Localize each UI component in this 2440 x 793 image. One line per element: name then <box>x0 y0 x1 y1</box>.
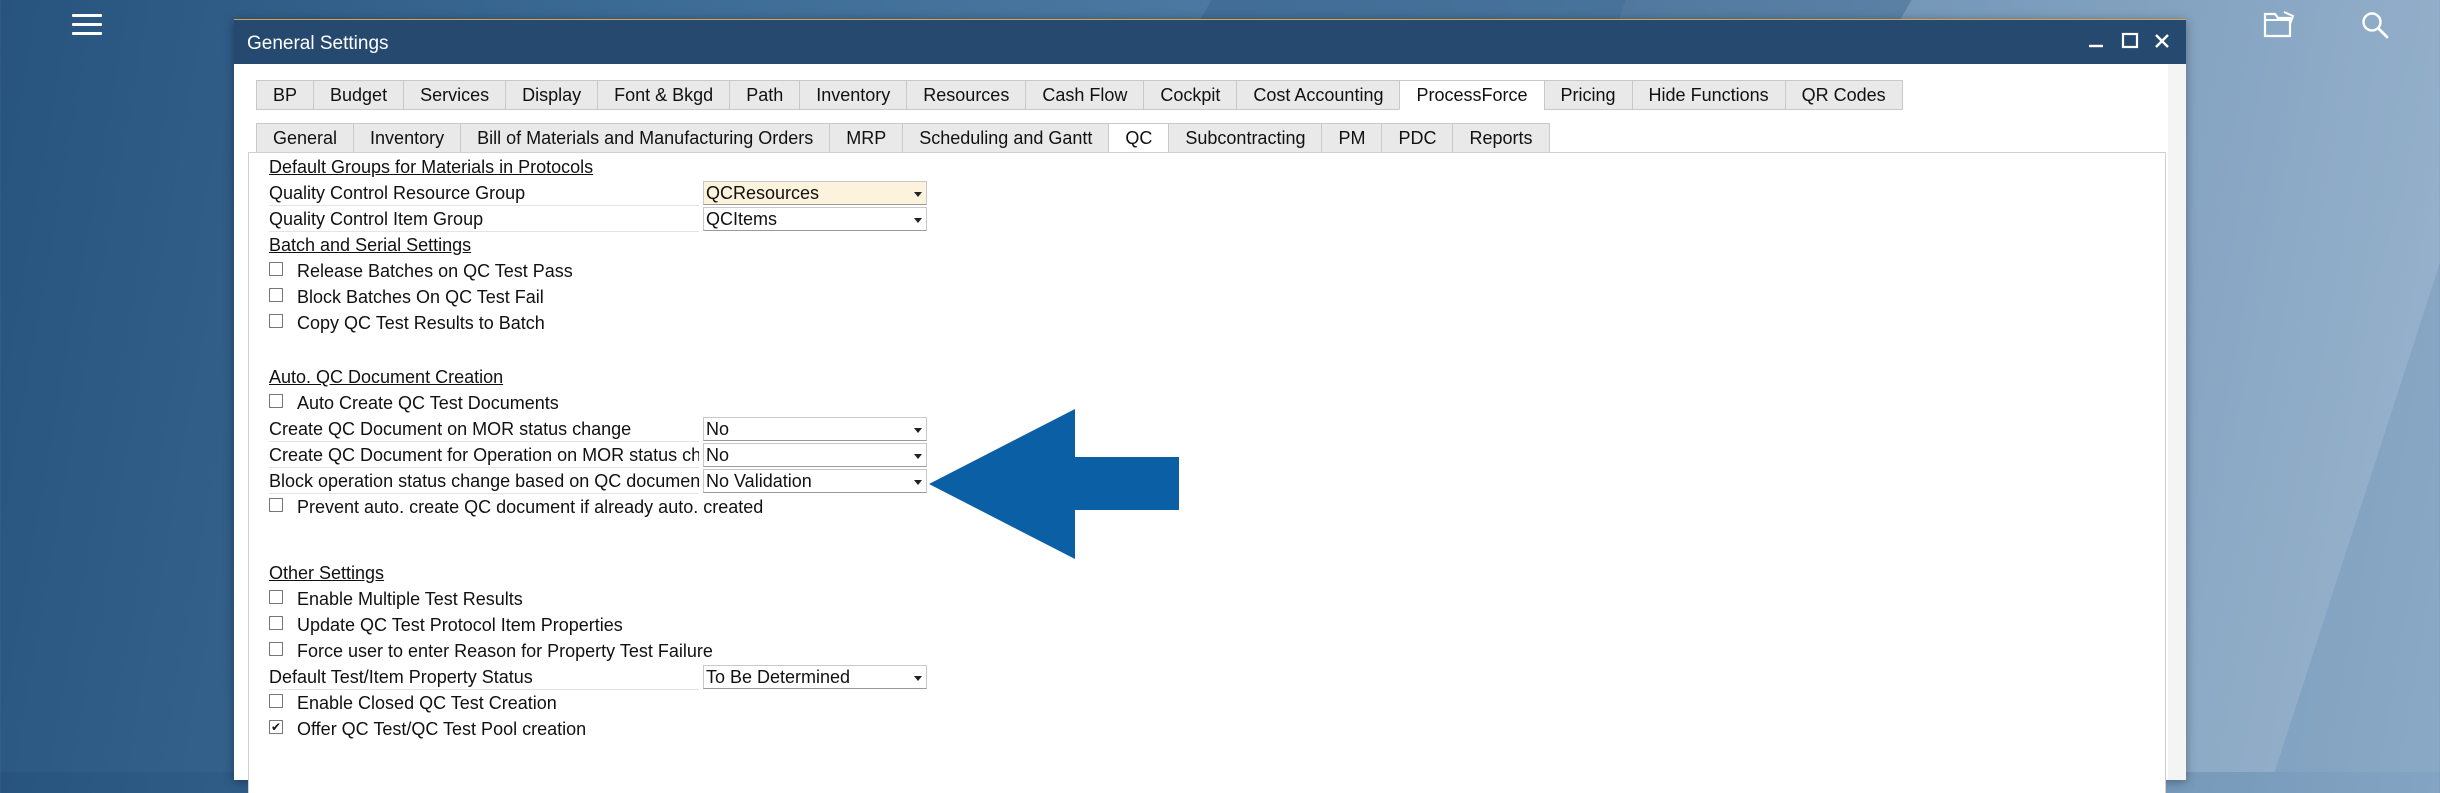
qc-item-group-label: Quality Control Item Group <box>269 207 699 232</box>
secondary-tab-bar: General Inventory Bill of Materials and Ma… <box>256 123 1550 153</box>
force-reason-checkbox[interactable] <box>269 642 283 657</box>
tab-budget[interactable]: Budget <box>313 80 404 110</box>
tab-resources[interactable]: Resources <box>906 80 1026 110</box>
window-title: General Settings <box>247 33 389 54</box>
window-body: BP Budget Services Display Font & Bkgd Path In… <box>234 64 2186 793</box>
create-on-mor-label: Create QC Document on MOR status change <box>269 417 699 442</box>
update-protocol-row[interactable]: Update QC Test Protocol Item Properties <box>269 613 623 637</box>
qc-resource-group-dropdown[interactable]: QCResources <box>703 181 927 205</box>
release-batches-label: Release Batches on QC Test Pass <box>297 261 573 281</box>
tab-processforce[interactable]: ProcessForce <box>1399 80 1544 110</box>
qc-settings-panel: Default Groups for Materials in Protocol… <box>248 152 2166 793</box>
tab-hide-functions[interactable]: Hide Functions <box>1631 80 1785 110</box>
tab-inventory[interactable]: Inventory <box>799 80 907 110</box>
dropdown-arrow-icon <box>914 192 922 197</box>
block-operation-dropdown[interactable]: No Validation <box>703 469 927 493</box>
minimize-icon[interactable] <box>2082 26 2110 56</box>
block-operation-label: Block operation status change based on Q… <box>269 469 699 494</box>
enable-closed-row[interactable]: Enable Closed QC Test Creation <box>269 691 557 715</box>
offer-pool-row[interactable]: ✔ Offer QC Test/QC Test Pool creation <box>269 717 586 741</box>
section-header-default-groups: Default Groups for Materials in Protocol… <box>269 157 594 177</box>
enable-closed-label: Enable Closed QC Test Creation <box>297 693 557 713</box>
force-reason-row[interactable]: Force user to enter Reason for Property … <box>269 639 713 663</box>
window-titlebar: General Settings <box>234 20 2186 64</box>
tab-services[interactable]: Services <box>403 80 506 110</box>
prevent-auto-row[interactable]: Prevent auto. create QC document if alre… <box>269 495 763 519</box>
tab-cash-flow[interactable]: Cash Flow <box>1025 80 1144 110</box>
subtab-inventory[interactable]: Inventory <box>353 123 461 153</box>
enable-multiple-label: Enable Multiple Test Results <box>297 589 523 609</box>
block-operation-value: No Validation <box>706 471 812 491</box>
subtab-qc[interactable]: QC <box>1108 123 1169 153</box>
dropdown-arrow-icon <box>914 454 922 459</box>
maximize-icon[interactable] <box>2116 26 2144 56</box>
dropdown-arrow-icon <box>914 218 922 223</box>
create-for-operation-value: No <box>706 445 730 465</box>
dropdown-arrow-icon <box>914 676 922 681</box>
tab-font-and-bkgd[interactable]: Font & Bkgd <box>597 80 730 110</box>
enable-multiple-row[interactable]: Enable Multiple Test Results <box>269 587 523 611</box>
subtab-reports[interactable]: Reports <box>1452 123 1550 153</box>
tab-display[interactable]: Display <box>505 80 598 110</box>
hamburger-menu-icon[interactable] <box>72 14 102 38</box>
create-for-operation-label: Create QC Document for Operation on MOR … <box>269 443 699 468</box>
offer-pool-checkbox[interactable]: ✔ <box>269 720 283 735</box>
prevent-auto-checkbox[interactable] <box>269 498 283 513</box>
block-batches-row[interactable]: Block Batches On QC Test Fail <box>269 285 544 309</box>
close-icon[interactable] <box>2148 26 2176 56</box>
qc-item-group-dropdown[interactable]: QCItems <box>703 207 927 231</box>
prevent-auto-label: Prevent auto. create QC document if alre… <box>297 497 764 517</box>
release-batches-row[interactable]: Release Batches on QC Test Pass <box>269 259 573 283</box>
search-icon[interactable] <box>2360 10 2390 44</box>
copy-results-row[interactable]: Copy QC Test Results to Batch <box>269 311 545 335</box>
default-property-status-value: To Be Determined <box>706 667 851 687</box>
section-header-auto-qc: Auto. QC Document Creation <box>269 367 504 387</box>
tab-cost-accounting[interactable]: Cost Accounting <box>1236 80 1400 110</box>
force-reason-label: Force user to enter Reason for Property … <box>297 641 713 661</box>
blue-arrow-annotation <box>929 409 1179 559</box>
create-on-mor-value: No <box>706 419 730 439</box>
copy-results-label: Copy QC Test Results to Batch <box>297 313 545 333</box>
update-protocol-checkbox[interactable] <box>269 616 283 631</box>
subtab-mrp[interactable]: MRP <box>829 123 903 153</box>
subtab-subcontracting[interactable]: Subcontracting <box>1168 123 1322 153</box>
subtab-pdc[interactable]: PDC <box>1381 123 1453 153</box>
release-batches-checkbox[interactable] <box>269 262 283 277</box>
auto-create-checkbox[interactable] <box>269 394 283 409</box>
default-property-status-label: Default Test/Item Property Status <box>269 665 699 690</box>
tab-cockpit[interactable]: Cockpit <box>1143 80 1237 110</box>
auto-create-label: Auto Create QC Test Documents <box>297 393 559 413</box>
auto-create-row[interactable]: Auto Create QC Test Documents <box>269 391 559 415</box>
block-batches-checkbox[interactable] <box>269 288 283 303</box>
create-on-mor-dropdown[interactable]: No <box>703 417 927 441</box>
primary-tab-bar: BP Budget Services Display Font & Bkgd Path In… <box>256 80 1903 110</box>
subtab-general[interactable]: General <box>256 123 354 153</box>
vertical-scrollbar[interactable] <box>2168 64 2186 780</box>
subtab-pm[interactable]: PM <box>1321 123 1382 153</box>
section-header-other: Other Settings <box>269 563 385 583</box>
tab-qr-codes[interactable]: QR Codes <box>1784 80 1903 110</box>
copy-results-checkbox[interactable] <box>269 314 283 329</box>
update-protocol-label: Update QC Test Protocol Item Properties <box>297 615 623 635</box>
subtab-bill-of-materials-and-manufacturing-orders[interactable]: Bill of Materials and Manufacturing Orde… <box>460 123 830 153</box>
create-for-operation-dropdown[interactable]: No <box>703 443 927 467</box>
qc-resource-group-value: QCResources <box>706 183 820 203</box>
tab-pricing[interactable]: Pricing <box>1543 80 1632 110</box>
enable-closed-checkbox[interactable] <box>269 694 283 709</box>
default-property-status-dropdown[interactable]: To Be Determined <box>703 665 927 689</box>
dropdown-arrow-icon <box>914 480 922 485</box>
section-header-batch-serial: Batch and Serial Settings <box>269 235 472 255</box>
dropdown-arrow-icon <box>914 428 922 433</box>
tab-bp[interactable]: BP <box>256 80 314 110</box>
qc-item-group-value: QCItems <box>706 209 778 229</box>
qc-resource-group-label: Quality Control Resource Group <box>269 181 699 206</box>
enable-multiple-checkbox[interactable] <box>269 590 283 605</box>
folder-icon[interactable] <box>2262 10 2296 44</box>
offer-pool-label: Offer QC Test/QC Test Pool creation <box>297 719 587 739</box>
general-settings-window: General Settings BP Budget Services Display… <box>234 19 2186 793</box>
tab-path[interactable]: Path <box>729 80 800 110</box>
subtab-scheduling-and-gantt[interactable]: Scheduling and Gantt <box>902 123 1109 153</box>
block-batches-label: Block Batches On QC Test Fail <box>297 287 544 307</box>
